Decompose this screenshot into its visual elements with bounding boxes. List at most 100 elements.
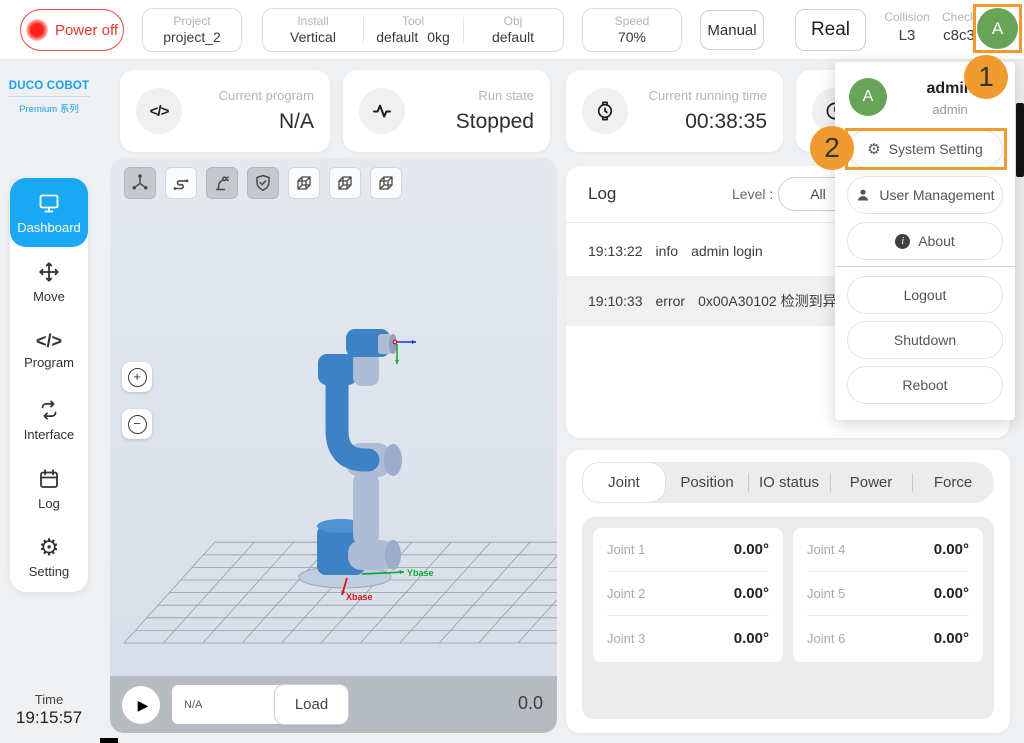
- power-off-button[interactable]: Power off: [20, 9, 124, 51]
- menu-avatar: A: [849, 78, 887, 116]
- shield-check-icon[interactable]: [247, 167, 279, 199]
- stopwatch-icon: [582, 88, 628, 134]
- speed-value: 70%: [618, 29, 646, 47]
- tab-joint[interactable]: Joint: [582, 462, 666, 503]
- obj-cell[interactable]: Obj default: [463, 9, 563, 51]
- y-axis-label: Ybase: [407, 568, 434, 578]
- joint-value: 0.00°: [934, 585, 969, 602]
- log-time: 19:10:33: [588, 293, 643, 309]
- robot-3d-viewer[interactable]: + −: [110, 158, 557, 733]
- log-level: error: [656, 293, 686, 309]
- menu-item-system-setting[interactable]: ⚙ System Setting: [847, 130, 1003, 168]
- project-value: project_2: [163, 29, 221, 47]
- card-value: Stopped: [405, 109, 534, 134]
- zoom-out-button[interactable]: −: [122, 409, 152, 439]
- sidebar-item-dashboard[interactable]: Dashboard: [10, 178, 88, 247]
- robot-3d-canvas[interactable]: Ybase Xbase: [110, 158, 557, 676]
- viewer-bottom-bar: ▶ N/A Load 0.0: [110, 676, 557, 733]
- scrollbar-thumb[interactable]: [1016, 103, 1024, 177]
- load-button[interactable]: Load: [274, 684, 349, 725]
- card-value: 00:38:35: [628, 109, 767, 134]
- joint-column-left: Joint 1 0.00° Joint 2 0.00° Joint 3 0.00…: [593, 528, 783, 662]
- card-label: Current running time: [628, 88, 767, 104]
- tab-power[interactable]: Power: [830, 462, 912, 503]
- power-off-label: Power off: [55, 22, 118, 39]
- tab-io-status[interactable]: IO status: [748, 462, 830, 503]
- joint-name: Joint 4: [807, 542, 845, 557]
- project-chip[interactable]: Project project_2: [142, 8, 242, 52]
- log-time: 19:13:22: [588, 243, 643, 259]
- move-icon: [37, 260, 61, 284]
- speed-label: Speed: [615, 14, 650, 29]
- logout-button[interactable]: Logout: [847, 276, 1003, 314]
- joint-name: Joint 1: [607, 542, 645, 557]
- power-status-icon: [26, 19, 48, 41]
- viewer-value: 0.0: [518, 693, 543, 714]
- card-label: Run state: [405, 88, 534, 104]
- tool-value: default: [376, 29, 418, 47]
- menu-item-label: About: [918, 233, 955, 249]
- sidebar-item-label: Log: [38, 496, 60, 511]
- play-button[interactable]: ▶: [122, 686, 160, 724]
- robot-shoulder: [318, 354, 357, 385]
- sidebar-item-setting[interactable]: ⚙ Setting: [10, 523, 88, 592]
- project-label: Project: [173, 14, 210, 29]
- tab-position[interactable]: Position: [666, 462, 748, 503]
- robot-status-panel: Joint Position IO status Power Force Joi…: [566, 450, 1010, 733]
- real-mode-button[interactable]: Real: [795, 9, 866, 51]
- joint-value: 0.00°: [734, 630, 769, 647]
- logo-title: DUCO COBOT: [8, 80, 90, 92]
- cube-icon[interactable]: [288, 167, 320, 199]
- divider: [835, 266, 1015, 267]
- obj-label: Obj: [504, 14, 523, 29]
- cube-icon[interactable]: [329, 167, 361, 199]
- tool-cell[interactable]: Tool default 0kg: [363, 9, 463, 51]
- avatar-highlight-box: A: [973, 4, 1022, 53]
- top-bar: Power off Project project_2 Install Vert…: [0, 0, 1024, 60]
- play-icon: ▶: [138, 697, 149, 714]
- joint-name: Joint 2: [607, 586, 645, 601]
- sidebar-item-label: Dashboard: [17, 220, 81, 235]
- joint-name: Joint 6: [807, 631, 845, 646]
- sidebar-item-log[interactable]: Log: [10, 454, 88, 523]
- sidebar-item-program[interactable]: </> Program: [10, 316, 88, 385]
- user-avatar[interactable]: A: [977, 8, 1018, 49]
- x-axis-label: Xbase: [346, 592, 373, 602]
- tool-axes: [393, 340, 416, 364]
- user-icon: [855, 187, 871, 203]
- speed-chip[interactable]: Speed 70%: [582, 8, 682, 52]
- sidebar-item-label: Setting: [29, 564, 69, 579]
- joint-column-right: Joint 4 0.00° Joint 5 0.00° Joint 6 0.00…: [793, 528, 983, 662]
- zoom-in-button[interactable]: +: [122, 362, 152, 392]
- sidebar-item-move[interactable]: Move: [10, 247, 88, 316]
- robot-arm-icon[interactable]: [206, 167, 238, 199]
- manual-mode-button[interactable]: Manual: [700, 10, 764, 50]
- path-icon[interactable]: [165, 167, 197, 199]
- joint-name: Joint 5: [807, 586, 845, 601]
- monitor-icon: [37, 191, 61, 215]
- reboot-button[interactable]: Reboot: [847, 366, 1003, 404]
- gear-icon: ⚙: [867, 142, 880, 157]
- setup-chip-group[interactable]: Install Vertical Tool default 0kg Obj de…: [262, 8, 564, 52]
- menu-item-user-management[interactable]: User Management: [847, 176, 1003, 214]
- sidebar-item-interface[interactable]: Interface: [10, 385, 88, 454]
- annotation-step-1: 1: [964, 55, 1008, 99]
- joint-row: Joint 2 0.00°: [607, 572, 769, 616]
- status-tabs: Joint Position IO status Power Force: [582, 462, 994, 503]
- shutdown-button[interactable]: Shutdown: [847, 321, 1003, 359]
- time-label: Time: [0, 692, 98, 707]
- logo-subtitle: Premium 系列: [8, 96, 90, 115]
- cube-icon[interactable]: [370, 167, 402, 199]
- plus-icon: +: [128, 368, 147, 387]
- joint-row: Joint 3 0.00°: [607, 616, 769, 660]
- joint-value: 0.00°: [934, 630, 969, 647]
- tab-force[interactable]: Force: [912, 462, 994, 503]
- menu-item-about[interactable]: i About: [847, 222, 1003, 260]
- viewer-toolbar: [124, 167, 402, 199]
- minus-icon: −: [128, 415, 147, 434]
- axis-icon[interactable]: [124, 167, 156, 199]
- robot-forearm: [353, 471, 379, 547]
- obj-value: default: [492, 29, 534, 47]
- install-cell[interactable]: Install Vertical: [263, 9, 363, 51]
- log-message: admin login: [691, 243, 763, 259]
